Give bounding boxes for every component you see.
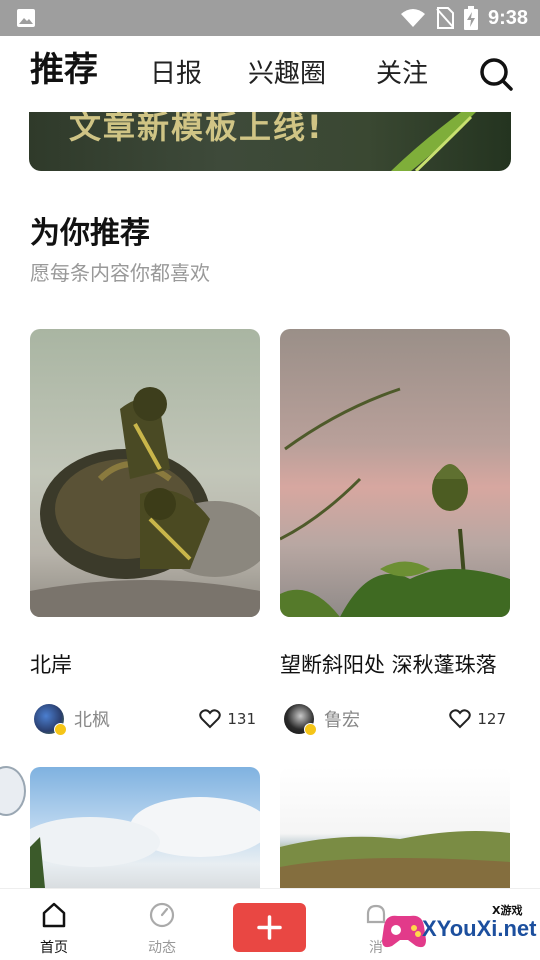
- post-card[interactable]: 北岸 北枫 131: [30, 329, 260, 736]
- watermark: X游戏 XYouXi.net: [372, 898, 540, 960]
- post-meta: 北枫 131: [34, 702, 260, 736]
- like-count: 131: [227, 710, 256, 728]
- status-bar: 9:38: [0, 0, 540, 36]
- heart-icon: [449, 709, 472, 729]
- dial-icon: [149, 902, 175, 928]
- top-tab-bar: 推荐 日报 兴趣圈 关注: [0, 36, 540, 112]
- tab-recommend[interactable]: 推荐: [30, 50, 98, 90]
- post-image-landscape[interactable]: [280, 767, 510, 888]
- nav-activity[interactable]: 动态: [132, 901, 192, 957]
- heart-icon: [199, 709, 222, 729]
- floating-assistant-button[interactable]: [0, 766, 26, 816]
- post-image-sky[interactable]: [30, 767, 260, 888]
- avatar[interactable]: [34, 704, 67, 736]
- tab-following[interactable]: 关注: [376, 54, 428, 94]
- post-meta: 鲁宏 127: [284, 702, 510, 736]
- nav-home-label: 首页: [40, 940, 68, 956]
- author-name[interactable]: 鲁宏: [324, 706, 360, 732]
- section-title: 为你推荐: [30, 216, 150, 251]
- battery-charging-icon: [463, 6, 478, 30]
- verified-badge-icon: [304, 723, 317, 736]
- post-title[interactable]: 望断斜阳处 深秋蓬珠落: [280, 649, 497, 679]
- watermark-brand: XYouXi.net: [422, 916, 537, 941]
- status-time: 9:38: [487, 6, 528, 29]
- tab-interest-circle[interactable]: 兴趣圈: [248, 54, 326, 94]
- verified-badge-icon: [54, 723, 67, 736]
- plus-icon: [257, 915, 282, 940]
- post-image-turtles[interactable]: [30, 329, 260, 617]
- leaf-graphic: [391, 112, 476, 171]
- promo-banner[interactable]: 文章新模板上线!: [29, 112, 511, 171]
- like-button[interactable]: 131: [199, 709, 260, 729]
- avatar[interactable]: [284, 704, 317, 736]
- post-card[interactable]: [30, 767, 260, 888]
- post-image-lotus[interactable]: [280, 329, 510, 617]
- wifi-icon: [400, 9, 425, 27]
- post-card[interactable]: 望断斜阳处 深秋蓬珠落 鲁宏 127: [280, 329, 510, 736]
- search-icon[interactable]: [478, 56, 514, 92]
- banner-text: 文章新模板上线!: [69, 112, 324, 146]
- author-name[interactable]: 北枫: [74, 706, 110, 732]
- nav-home[interactable]: 首页: [24, 901, 84, 957]
- like-button[interactable]: 127: [449, 709, 510, 729]
- tab-daily[interactable]: 日报: [150, 54, 202, 94]
- home-icon: [42, 902, 66, 928]
- add-post-button[interactable]: [233, 903, 306, 952]
- post-card[interactable]: [280, 767, 510, 888]
- like-count: 127: [477, 710, 506, 728]
- post-title[interactable]: 北岸: [30, 649, 72, 679]
- image-notification-icon: [17, 9, 35, 27]
- no-sim-icon: [436, 7, 454, 29]
- nav-activity-label: 动态: [148, 940, 176, 956]
- section-subtitle: 愿每条内容你都喜欢: [30, 261, 210, 285]
